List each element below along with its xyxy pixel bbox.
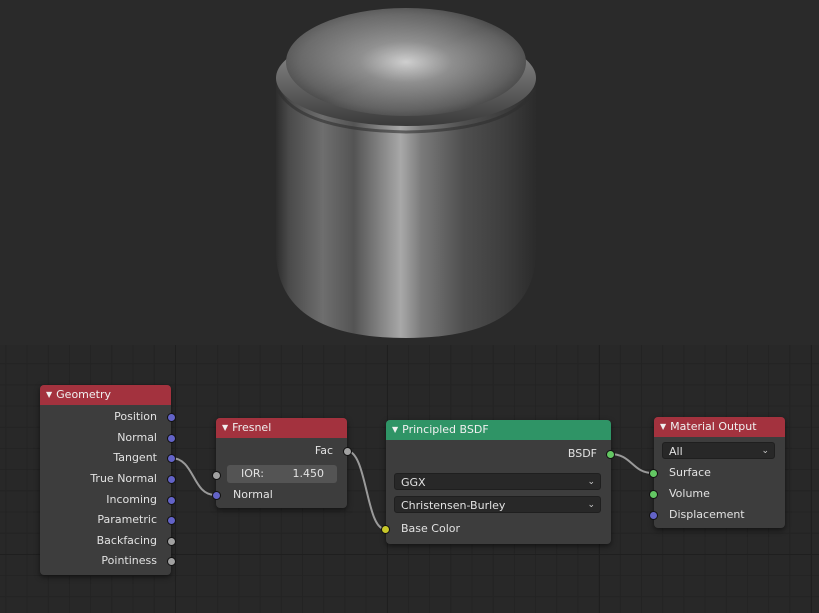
output-incoming-label: Incoming bbox=[106, 493, 157, 506]
principled-bsdf-node-header[interactable]: ▼ Principled BSDF bbox=[386, 420, 611, 440]
backfacing-socket[interactable] bbox=[167, 537, 176, 546]
distribution-dropdown[interactable]: GGX ⌄ bbox=[394, 473, 601, 490]
input-normal-label: Normal bbox=[233, 488, 273, 501]
output-fac-label: Fac bbox=[314, 444, 333, 457]
pointiness-socket[interactable] bbox=[167, 557, 176, 566]
ior-label: IOR: bbox=[241, 467, 264, 480]
collapse-arrow-icon[interactable]: ▼ bbox=[46, 390, 52, 399]
geometry-node[interactable]: ▼ Geometry Position Normal Tangent True N… bbox=[40, 385, 171, 575]
incoming-socket[interactable] bbox=[167, 496, 176, 505]
distribution-value: GGX bbox=[401, 476, 426, 489]
collapse-arrow-icon[interactable]: ▼ bbox=[392, 425, 398, 434]
tangent-socket[interactable] bbox=[167, 454, 176, 463]
fresnel-node-header[interactable]: ▼ Fresnel bbox=[216, 418, 347, 438]
chevron-down-icon: ⌄ bbox=[587, 500, 595, 510]
output-pointiness-label: Pointiness bbox=[101, 554, 157, 567]
target-value: All bbox=[669, 445, 683, 458]
volume-input-socket[interactable] bbox=[649, 490, 658, 499]
bsdf-output-socket[interactable] bbox=[606, 450, 615, 459]
fac-output-socket[interactable] bbox=[343, 447, 352, 456]
surface-input-socket[interactable] bbox=[649, 469, 658, 478]
fresnel-node-title: Fresnel bbox=[232, 421, 272, 434]
normal-output-socket[interactable] bbox=[167, 434, 176, 443]
input-displacement-label: Displacement bbox=[669, 508, 745, 521]
ior-value: 1.450 bbox=[292, 467, 325, 480]
chevron-down-icon: ⌄ bbox=[587, 477, 595, 487]
principled-bsdf-node[interactable]: ▼ Principled BSDF BSDF GGX ⌄ Christensen-… bbox=[386, 420, 611, 544]
collapse-arrow-icon[interactable]: ▼ bbox=[660, 422, 666, 431]
material-output-node-title: Material Output bbox=[670, 420, 757, 433]
geometry-node-header[interactable]: ▼ Geometry bbox=[40, 385, 171, 405]
cylinder-render bbox=[276, 8, 536, 338]
fresnel-node[interactable]: ▼ Fresnel Fac IOR: 1.450 Normal bbox=[216, 418, 347, 508]
principled-bsdf-node-title: Principled BSDF bbox=[402, 423, 489, 436]
normal-input-socket[interactable] bbox=[212, 491, 221, 500]
geometry-node-title: Geometry bbox=[56, 388, 112, 401]
ior-field[interactable]: IOR: 1.450 bbox=[227, 465, 337, 483]
position-socket[interactable] bbox=[167, 413, 176, 422]
base-color-socket[interactable] bbox=[381, 525, 390, 534]
3d-viewport[interactable] bbox=[0, 0, 819, 345]
displacement-input-socket[interactable] bbox=[649, 511, 658, 520]
input-volume-label: Volume bbox=[669, 487, 710, 500]
target-dropdown[interactable]: All ⌄ bbox=[662, 442, 775, 459]
output-tangent-label: Tangent bbox=[113, 451, 157, 464]
output-parametric-label: Parametric bbox=[97, 513, 157, 526]
parametric-socket[interactable] bbox=[167, 516, 176, 525]
output-normal-label: Normal bbox=[117, 431, 157, 444]
true-normal-socket[interactable] bbox=[167, 475, 176, 484]
output-bsdf-label: BSDF bbox=[567, 447, 597, 460]
output-true-normal-label: True Normal bbox=[90, 472, 157, 485]
subsurface-method-value: Christensen-Burley bbox=[401, 499, 506, 512]
material-output-node[interactable]: ▼ Material Output All ⌄ Surface Volume Di… bbox=[654, 417, 785, 528]
ior-input-socket[interactable] bbox=[212, 471, 221, 480]
chevron-down-icon: ⌄ bbox=[761, 446, 769, 456]
subsurface-method-dropdown[interactable]: Christensen-Burley ⌄ bbox=[394, 496, 601, 513]
material-output-node-header[interactable]: ▼ Material Output bbox=[654, 417, 785, 437]
collapse-arrow-icon[interactable]: ▼ bbox=[222, 423, 228, 432]
input-surface-label: Surface bbox=[669, 466, 711, 479]
input-base-color-label: Base Color bbox=[401, 522, 461, 535]
output-position-label: Position bbox=[114, 410, 157, 423]
output-backfacing-label: Backfacing bbox=[96, 534, 157, 547]
